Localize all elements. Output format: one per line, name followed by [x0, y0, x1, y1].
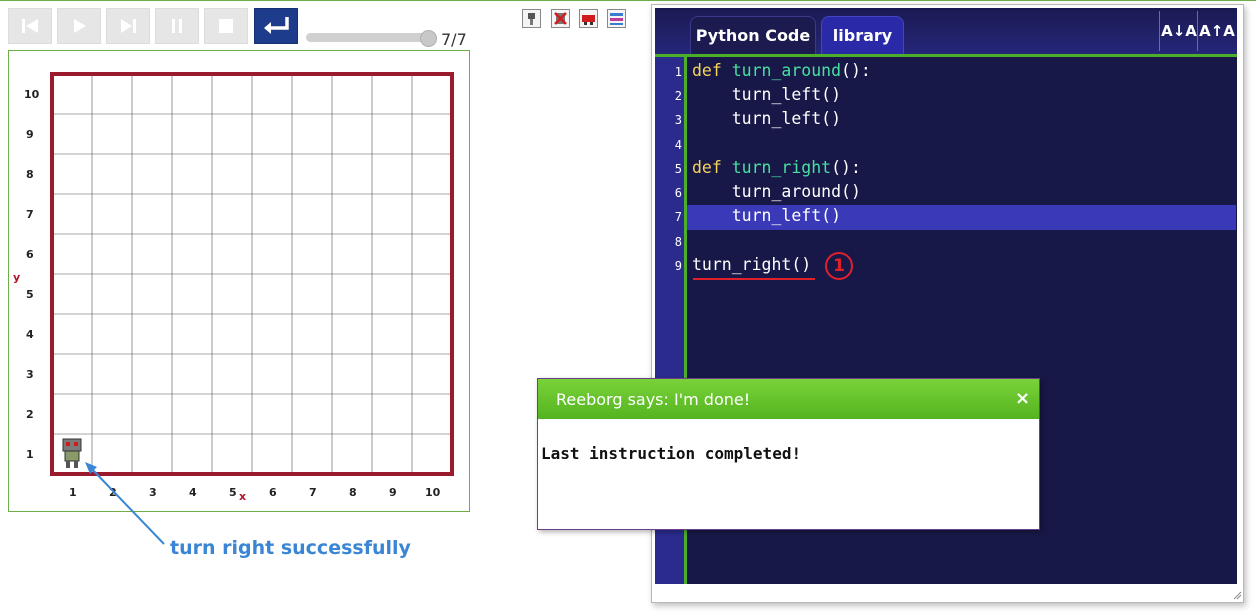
- code-line-5: def turn_right():: [692, 158, 861, 177]
- line-number: 8: [674, 235, 682, 249]
- line-number: 5: [674, 162, 682, 176]
- dialog-title: Reeborg says: I'm done!: [538, 379, 1039, 419]
- code-line-2: turn_left(): [692, 85, 842, 104]
- increase-font-button[interactable]: A↑A: [1197, 11, 1236, 51]
- tab-library[interactable]: library: [821, 16, 904, 54]
- annotation-arrow: [85, 462, 165, 545]
- decrease-font-button[interactable]: A↓A: [1159, 11, 1198, 51]
- code-line-1: def turn_around():: [692, 61, 871, 80]
- line-number: 3: [674, 113, 682, 127]
- line-number: 9: [674, 259, 682, 273]
- error-marker: 1: [825, 252, 853, 280]
- edit-world-icon[interactable]: [579, 9, 598, 28]
- resize-grip-icon[interactable]: [1232, 590, 1242, 600]
- line-number: 4: [674, 138, 682, 152]
- dialog-close-button[interactable]: ×: [1015, 388, 1030, 409]
- line-number: 1: [674, 65, 682, 79]
- code-line-3: turn_left(): [692, 109, 842, 128]
- code-line-9: turn_right(): [692, 255, 812, 274]
- save-world-icon[interactable]: [607, 9, 626, 28]
- line-number: 7: [674, 210, 682, 224]
- delete-robot-icon[interactable]: [551, 9, 570, 28]
- code-line-6: turn_around(): [692, 182, 861, 201]
- line-number: 6: [674, 186, 682, 200]
- robot-icon[interactable]: [522, 9, 541, 28]
- error-underline: [693, 278, 815, 280]
- tab-python-code[interactable]: Python Code: [690, 16, 816, 54]
- code-line-7: turn_left(): [692, 206, 842, 225]
- line-number: 2: [674, 89, 682, 103]
- dialog-message: Last instruction completed!: [541, 444, 802, 463]
